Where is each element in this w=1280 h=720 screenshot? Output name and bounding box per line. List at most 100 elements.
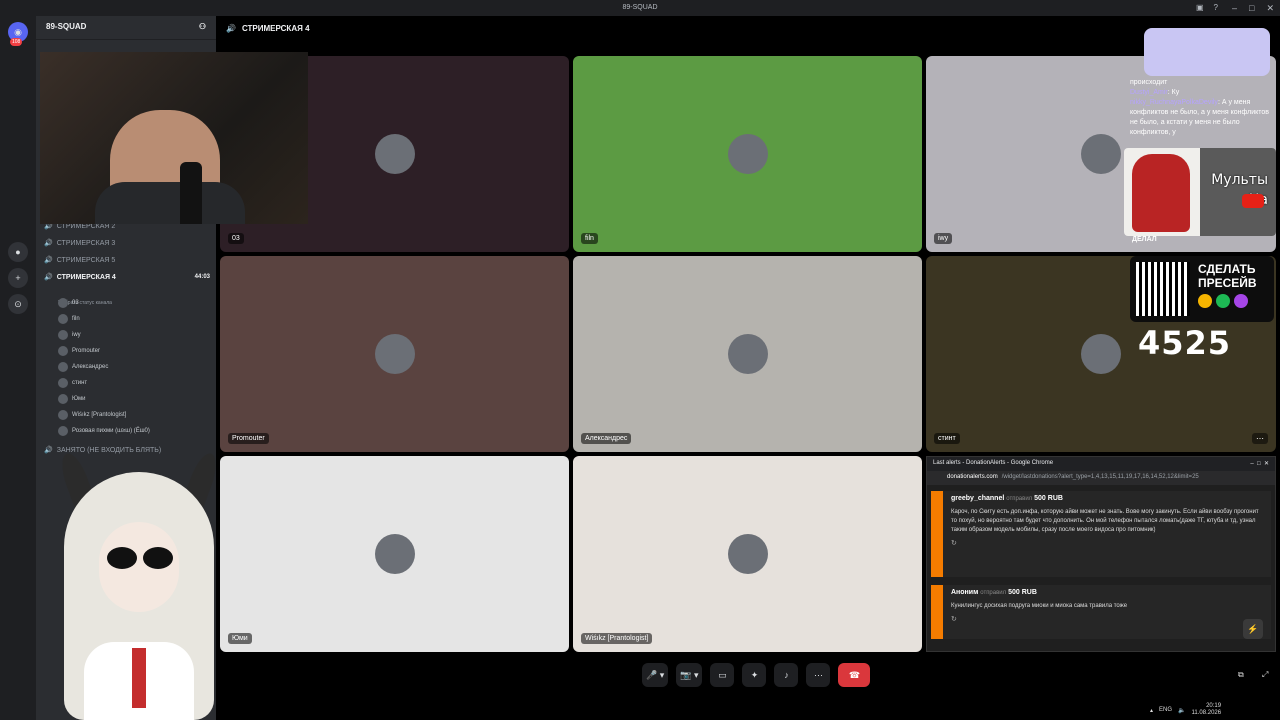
voice-member[interactable]: 03 xyxy=(58,298,79,308)
channel-header: 🔊 СТРИМЕРСКАЯ 4 xyxy=(216,16,1280,40)
lightning-icon[interactable]: ⚡ xyxy=(1243,619,1263,639)
star-icon xyxy=(1198,294,1212,308)
participant-tile[interactable]: Promouter xyxy=(220,256,569,452)
voice-channel[interactable]: 🔊 СТРИМЕРСКАЯ 3 xyxy=(44,239,210,248)
donation-action: отправил xyxy=(980,590,1007,596)
network-icon: ▴ xyxy=(1150,707,1154,714)
minimize-button[interactable]: – xyxy=(1232,0,1237,16)
browser-titlebar: Last alerts - DonationAlerts - Google Ch… xyxy=(927,457,1275,471)
overlay-caption: ДЕЛАЛ xyxy=(1132,236,1157,243)
streamer-shirt xyxy=(95,182,245,224)
voice-member[interactable]: Wiśıkz [Prantologist] xyxy=(58,410,126,420)
donation-message: Кароч, по Скиту есть доп.инфа, которую а… xyxy=(951,509,1259,533)
voice-member[interactable]: Александрес xyxy=(58,362,108,372)
address-bar[interactable]: donationalerts.com/widget/lastdonations?… xyxy=(927,471,1275,485)
avatar xyxy=(58,362,68,372)
voice-channel[interactable]: 🔊 ЗАНЯТО (НЕ ВХОДИТЬ БЛЯТЬ) xyxy=(44,446,210,455)
close-button[interactable]: ✕ xyxy=(1266,0,1274,16)
volume-icon[interactable]: 🔈 xyxy=(1178,707,1185,714)
add-friend-icon[interactable]: ⚇ xyxy=(199,22,206,33)
browser-window-controls[interactable]: – □ ✕ xyxy=(1250,460,1269,468)
voice-channel-active[interactable]: 🔊 СТРИМЕРСКАЯ 4 44:03 xyxy=(44,273,210,282)
avatar xyxy=(58,426,68,436)
avatar xyxy=(58,314,68,324)
server-icon[interactable]: ● xyxy=(8,242,28,262)
avatar xyxy=(58,298,68,308)
voice-member[interactable]: iwy xyxy=(58,330,81,340)
participant-tile[interactable]: Юми xyxy=(220,456,569,652)
voice-member[interactable]: Розовая пихми (ш≥ш) (Ëш0) xyxy=(58,426,150,436)
avatar xyxy=(374,334,415,374)
participant-name: iwy xyxy=(934,233,953,244)
member-name: Юми xyxy=(72,396,86,402)
fullscreen-icon[interactable]: ⤢ xyxy=(1262,670,1268,680)
donation-action: отправил xyxy=(1006,496,1033,502)
avatar xyxy=(374,534,415,574)
chat-text: происходит xyxy=(1130,79,1168,86)
participant-tile[interactable]: Wiśıkz [Prantologist] xyxy=(573,456,922,652)
mute-button[interactable]: 🎤 ▾ xyxy=(642,663,669,687)
avatar xyxy=(58,346,68,356)
popout-icon[interactable]: ⧉ xyxy=(1238,670,1244,680)
maximize-button[interactable]: □ xyxy=(1249,0,1254,16)
window-titlebar: 89-SQUAD ▣ ? – □ ✕ xyxy=(0,0,1280,16)
voice-member[interactable]: Promouter xyxy=(58,346,100,356)
discover-icon[interactable]: ⊙ xyxy=(8,294,28,314)
home-button[interactable]: ◉ 108 xyxy=(8,22,28,46)
member-name: Розовая пихми (ш≥ш) (Ëш0) xyxy=(72,428,150,434)
subscriber-counter: 4525 xyxy=(1138,324,1232,362)
chat-nick: nikky_RuchnayaPolkaDevily xyxy=(1130,99,1218,106)
member-name: 03 xyxy=(72,300,79,306)
participant-tile[interactable]: Александрес xyxy=(573,256,922,452)
soundboard-button[interactable]: ♪ xyxy=(774,663,799,687)
participant-name: Wiśıkz [Prantologist] xyxy=(581,633,653,644)
more-options-icon[interactable]: ⋯ xyxy=(1252,433,1268,444)
youtube-icon xyxy=(1242,194,1264,208)
member-name: Promouter xyxy=(72,348,101,354)
disconnect-button[interactable]: ☎ xyxy=(838,663,871,687)
inbox-icon[interactable]: ▣ xyxy=(1196,0,1204,16)
avatar xyxy=(727,134,768,174)
voice-member[interactable]: стинт xyxy=(58,378,87,388)
replay-icon[interactable]: ↻ xyxy=(951,539,1263,547)
spotify-icon xyxy=(1216,294,1230,308)
member-name: iwy xyxy=(72,332,81,338)
music-icon xyxy=(1234,294,1248,308)
server-rail: ◉ 108 ● + ⊙ xyxy=(0,16,36,720)
voice-member[interactable]: filn xyxy=(58,314,80,324)
activities-button[interactable]: ✦ xyxy=(742,663,767,687)
language-indicator[interactable]: ENG xyxy=(1159,707,1172,713)
speaker-icon: 🔊 xyxy=(226,23,236,33)
microphone xyxy=(180,162,202,224)
unread-badge: 108 xyxy=(10,38,23,46)
clock-date: 11.08.2026 xyxy=(1191,710,1222,716)
replay-icon[interactable]: ↻ xyxy=(951,615,1263,623)
url-path: /widget/lastdonations?alert_type=1,4,13,… xyxy=(1001,474,1199,480)
server-header[interactable]: 89-SQUAD ⚇ xyxy=(36,16,216,40)
platform-icons xyxy=(1198,294,1248,308)
camera-button[interactable]: 📷 ▾ xyxy=(676,663,703,687)
screen-share-button[interactable]: ▭ xyxy=(710,663,735,687)
voice-channel[interactable]: 🔊 СТРИМЕРСКАЯ 5 xyxy=(44,256,210,265)
member-name: Wiśıkz [Prantologist] xyxy=(72,412,127,418)
donor-name: Аноним xyxy=(951,589,979,596)
chat-text: : Ку xyxy=(1167,89,1180,96)
participant-name: 03 xyxy=(228,233,244,244)
donation-header: greeby_channel отправил 500 RUB xyxy=(951,495,1263,502)
participant-tile[interactable]: filn xyxy=(573,56,922,252)
more-button[interactable]: ⋯ xyxy=(806,663,831,687)
presave-banner: СДЕЛАТЬ ПРЕСЕЙВ xyxy=(1130,256,1274,322)
clock[interactable]: 20:19 11.08.2026 xyxy=(1192,703,1222,717)
member-name: Александрес xyxy=(72,364,109,370)
add-server-icon[interactable]: + xyxy=(8,268,28,288)
voice-member[interactable]: Юми xyxy=(58,394,85,404)
titlebar-icons: ▣ ? xyxy=(1196,0,1218,16)
help-icon[interactable]: ? xyxy=(1214,0,1218,16)
participant-name: Promouter xyxy=(228,433,269,444)
window-controls: – □ ✕ xyxy=(1232,0,1274,16)
donation-amount: 500 RUB xyxy=(1034,495,1063,502)
donation-message: Кунилингус досихая подруга миоки и миока… xyxy=(951,603,1128,609)
avatar xyxy=(374,134,415,174)
channel-timer: 44:03 xyxy=(194,274,210,280)
donor-name: greeby_channel xyxy=(951,495,1005,502)
